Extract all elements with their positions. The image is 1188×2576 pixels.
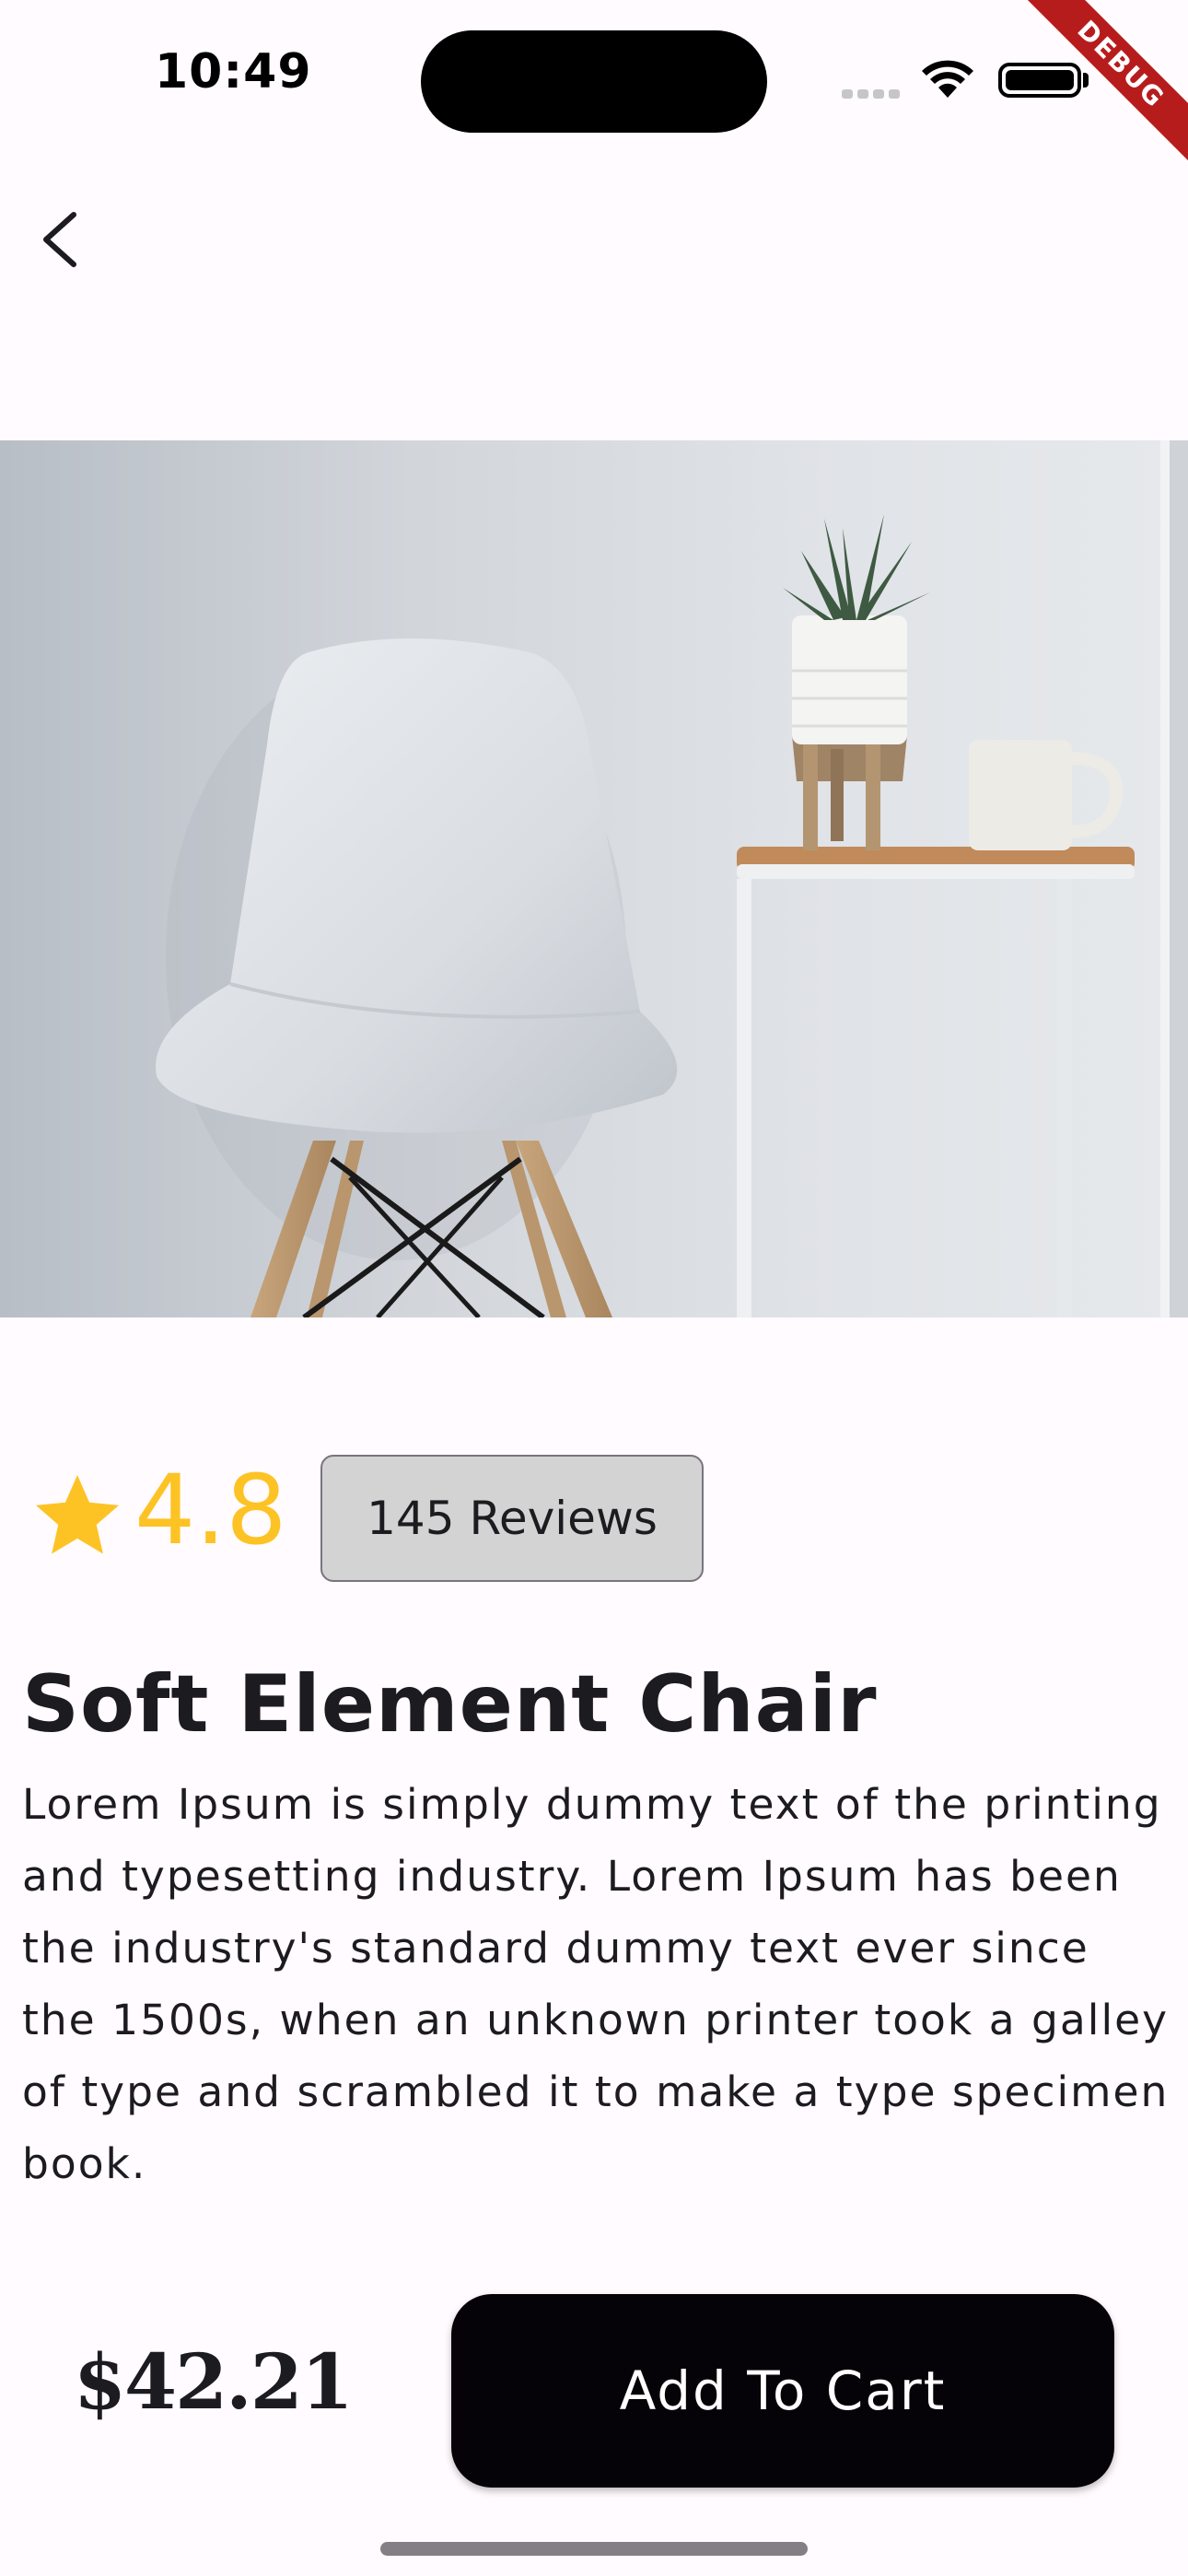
wifi-icon — [922, 60, 973, 98]
debug-banner: DEBUG — [1004, 0, 1188, 184]
product-image — [0, 440, 1188, 1317]
reviews-button[interactable]: 145 Reviews — [320, 1455, 704, 1582]
debug-banner-label: DEBUG — [1018, 0, 1188, 168]
product-title: Soft Element Chair — [22, 1658, 878, 1751]
home-indicator[interactable] — [380, 2542, 808, 2556]
product-price: $42.21 — [74, 2338, 354, 2427]
chevron-left-icon[interactable] — [28, 198, 101, 281]
product-description: Lorem Ipsum is simply dummy text of the … — [22, 1780, 1170, 2188]
signal-icon — [842, 85, 904, 102]
add-to-cart-button[interactable]: Add To Cart — [451, 2294, 1114, 2488]
status-time: 10:49 — [155, 44, 312, 100]
star-icon — [36, 1475, 119, 1554]
dynamic-island — [421, 30, 767, 133]
rating-value: 4.8 — [134, 1454, 287, 1566]
